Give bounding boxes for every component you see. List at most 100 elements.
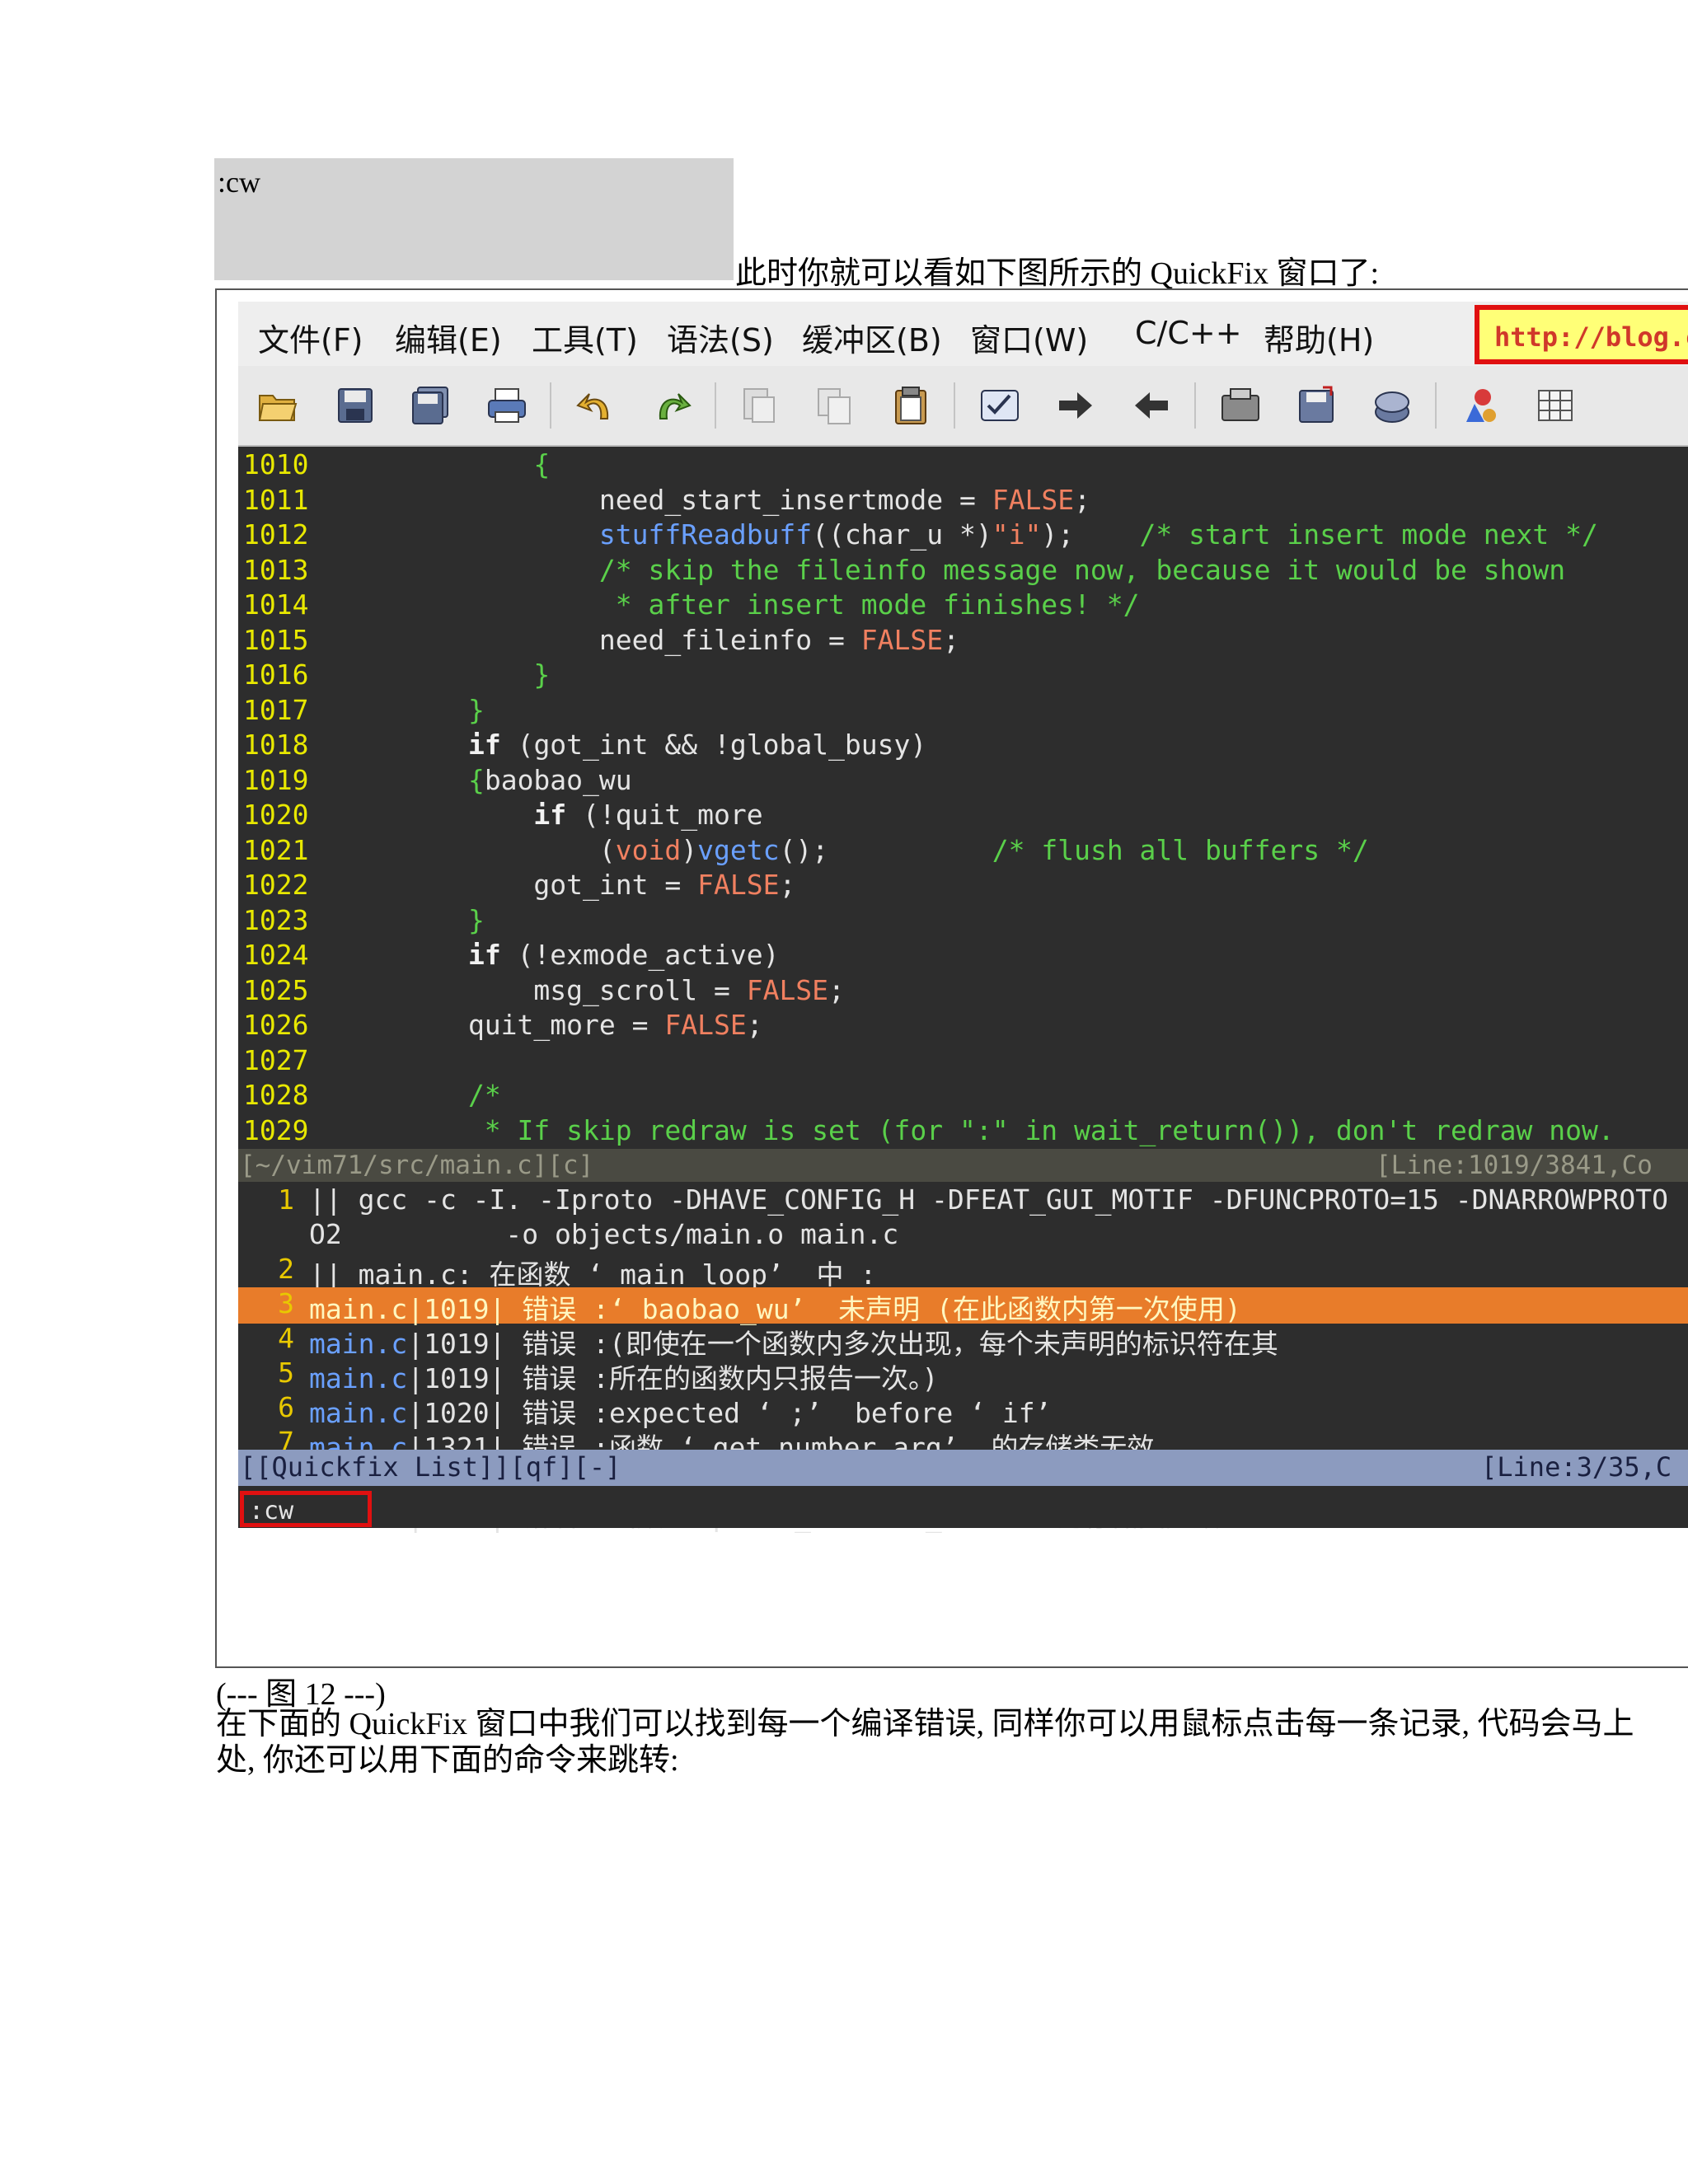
line-number: 1017 <box>243 693 309 726</box>
code-line: 1014 * after insert mode finishes! */ <box>238 588 1688 625</box>
quickfix-entry-text: || gcc -c -I. -Iproto -DHAVE_CONFIG_H -D… <box>309 1183 1669 1216</box>
line-number: 1023 <box>243 903 309 936</box>
quickfix-entry-number: 2 <box>278 1252 294 1285</box>
quickfix-entry-text: main.c|1019| 错误 :(即使在一个函数内多次出现，每个未声明的标识符… <box>309 1327 1278 1360</box>
code-line: 1011 need_start_insertmode = FALSE; <box>238 484 1688 520</box>
code-line: 1016 } <box>238 658 1688 695</box>
code-line: 1018 if (got_int && !global_busy) <box>238 729 1688 765</box>
code-text: {baobao_wu <box>467 763 632 796</box>
undo-icon[interactable] <box>574 384 617 427</box>
body-paragraph: 在下面的 QuickFix 窗口中我们可以找到每一个编译错误, 同样你可以用鼠标… <box>216 1707 1634 1778</box>
code-line: 1027 <box>238 1044 1688 1080</box>
code-line: 1022 got_int = FALSE; <box>238 869 1688 905</box>
code-text: stuffReadbuff((char_u *)"i"); /* start i… <box>598 518 1598 551</box>
code-line: 1028 /* <box>238 1079 1688 1115</box>
line-number: 1024 <box>243 939 309 971</box>
back-icon[interactable] <box>1130 384 1173 427</box>
code-editor[interactable]: 1010 {1011 need_start_insertmode = FALSE… <box>238 447 1688 1533</box>
quickfix-entry[interactable]: 3 main.c|1019| 错误 :‘ baobao_wu’ 未声明 (在此函数… <box>238 1286 1688 1325</box>
code-text: } <box>533 658 551 691</box>
code-line: 1025 msg_scroll = FALSE; <box>238 974 1688 1010</box>
quickfix-entry[interactable]: 4 main.c|1019| 错误 :(即使在一个函数内多次出现，每个未声明的标识… <box>238 1322 1688 1360</box>
redo-icon[interactable] <box>650 384 693 427</box>
command-line-input[interactable]: :cw <box>240 1491 372 1527</box>
command-code-box: :cw <box>214 158 734 280</box>
menu-bar: 文件(F) 编辑(E) 工具(T) 语法(S) 缓冲区(B) 窗口(W) C/C… <box>238 302 1688 366</box>
line-number: 1027 <box>243 1043 309 1076</box>
run-script-icon[interactable] <box>1371 384 1414 427</box>
code-text: if (!exmode_active) <box>467 939 780 971</box>
line-number: 1022 <box>243 869 309 901</box>
cut-icon[interactable] <box>738 384 781 427</box>
quickfix-entry-text: main.c|1019| 错误 :所在的函数内只报告一次。) <box>309 1361 939 1394</box>
code-line: 1012 stuffReadbuff((char_u *)"i"); /* st… <box>238 518 1688 555</box>
code-text: } <box>467 903 485 936</box>
vim-screenshot: 文件(F) 编辑(E) 工具(T) 语法(S) 缓冲区(B) 窗口(W) C/C… <box>215 288 1688 1668</box>
save-session-icon[interactable] <box>1295 384 1338 427</box>
copy-icon[interactable] <box>814 384 856 427</box>
code-text: need_start_insertmode = FALSE; <box>337 483 1090 516</box>
quickfix-title: [[Quickfix List]][qf][-] <box>240 1451 621 1483</box>
code-line: 1017 } <box>238 694 1688 730</box>
line-number: 1014 <box>243 588 309 621</box>
line-number: 1026 <box>243 1009 309 1041</box>
menu-cpp[interactable]: C/C++ <box>1135 315 1242 351</box>
code-line: 1023 } <box>238 904 1688 940</box>
quickfix-entry-number: 5 <box>278 1356 294 1389</box>
blog-url-label: http://blog.c <box>1475 305 1688 364</box>
quickfix-entry-text: || main.c: 在函数 ‘ main_loop’ 中 : <box>309 1258 877 1291</box>
table-icon[interactable] <box>1534 384 1577 427</box>
line-number: 1029 <box>243 1113 309 1146</box>
code-text: } <box>467 693 485 726</box>
menu-syntax[interactable]: 语法(S) <box>667 315 774 360</box>
intro-text: 此时你就可以看如下图所示的 QuickFix 窗口了: <box>735 256 1380 291</box>
menu-edit[interactable]: 编辑(E) <box>395 315 502 360</box>
menu-tools[interactable]: 工具(T) <box>532 315 638 360</box>
save-icon[interactable] <box>334 384 377 427</box>
save-all-icon[interactable] <box>410 384 452 427</box>
forward-icon[interactable] <box>1054 384 1097 427</box>
menu-help[interactable]: 帮助(H) <box>1264 315 1374 360</box>
line-number: 1019 <box>243 763 309 796</box>
make-icon[interactable] <box>1458 384 1501 427</box>
code-line: 1010 { <box>238 448 1688 485</box>
code-text: * If skip redraw is set (for ":" in wait… <box>337 1113 1615 1146</box>
code-line: 1019 {baobao_wu <box>238 764 1688 800</box>
menu-window[interactable]: 窗口(W) <box>970 315 1088 360</box>
print-icon[interactable] <box>485 384 528 427</box>
code-line: 1015 need_fileinfo = FALSE; <box>238 624 1688 660</box>
quickfix-entry-text: main.c|1020| 错误 :expected ‘ ;’ before ‘ … <box>309 1396 1052 1429</box>
line-number: 1013 <box>243 553 309 586</box>
quickfix-position: [Line:3/35,C <box>1481 1451 1672 1483</box>
quickfix-entry[interactable]: 5 main.c|1019| 错误 :所在的函数内只报告一次。) <box>238 1356 1688 1394</box>
paste-icon[interactable] <box>889 384 932 427</box>
load-session-icon[interactable] <box>1219 384 1262 427</box>
code-line: 1026 quit_more = FALSE; <box>238 1009 1688 1045</box>
line-number: 1012 <box>243 518 309 551</box>
quickfix-entry[interactable]: 1 || gcc -c -I. -Iproto -DHAVE_CONFIG_H -… <box>238 1183 1688 1220</box>
line-number: 1020 <box>243 799 309 831</box>
buffer-position: [Line:1019/3841,Co <box>1376 1151 1653 1180</box>
quickfix-entry[interactable]: 6 main.c|1020| 错误 :expected ‘ ;’ before ‘… <box>238 1390 1688 1429</box>
code-line: 1024 if (!exmode_active) <box>238 939 1688 975</box>
command-line[interactable]: :cw <box>238 1486 1688 1528</box>
quickfix-entry[interactable]: 2 || main.c: 在函数 ‘ main_loop’ 中 : <box>238 1252 1688 1291</box>
code-text: if (got_int && !global_busy) <box>467 729 927 761</box>
find-replace-icon[interactable] <box>978 384 1021 427</box>
line-number: 1011 <box>243 483 309 516</box>
menu-file[interactable]: 文件(F) <box>258 315 363 360</box>
code-text: (void)vgetc(); /* flush all buffers */ <box>337 833 1369 866</box>
quickfix-entry-number: 6 <box>278 1390 294 1423</box>
line-number: 1028 <box>243 1079 309 1111</box>
buffer-status-line: [~/vim71/src/main.c][c] [Line:1019/3841,… <box>238 1149 1688 1182</box>
code-line: 1029 * If skip redraw is set (for ":" in… <box>238 1114 1688 1151</box>
menu-buffers[interactable]: 缓冲区(B) <box>802 315 942 360</box>
code-text: need_fileinfo = FALSE; <box>337 623 959 656</box>
quickfix-entry-text: O2 -o objects/main.o main.c <box>309 1217 899 1250</box>
buffer-path: [~/vim71/src/main.c][c] <box>240 1151 594 1180</box>
code-text: /* <box>467 1079 501 1111</box>
quickfix-entry[interactable]: O2 -o objects/main.o main.c <box>238 1218 1688 1254</box>
code-text: got_int = FALSE; <box>337 869 796 901</box>
code-text: quit_more = FALSE; <box>337 1009 763 1041</box>
open-folder-icon[interactable] <box>256 384 299 427</box>
